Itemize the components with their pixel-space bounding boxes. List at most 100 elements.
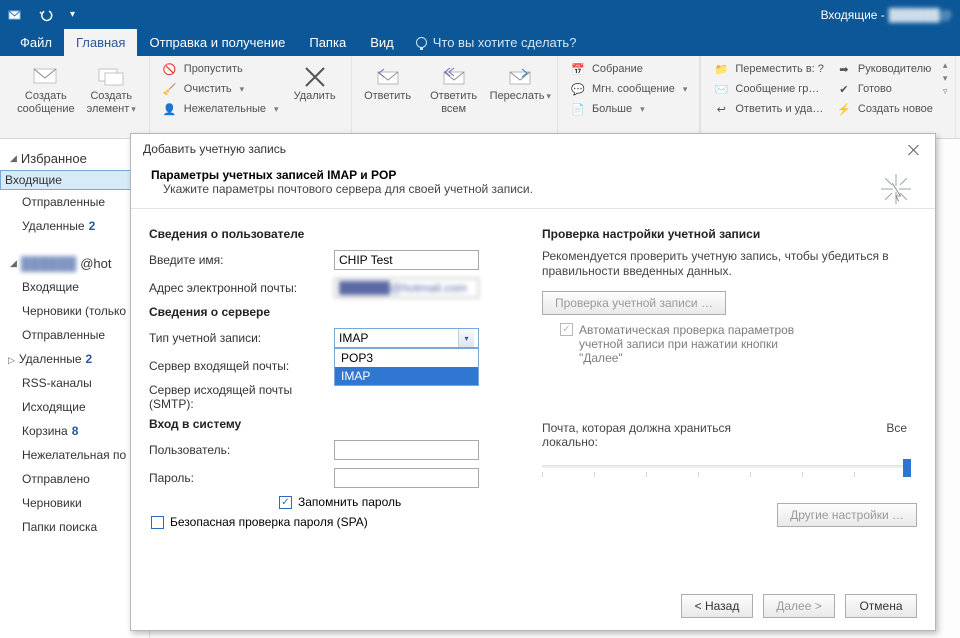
clean-button[interactable]: 🧹Очистить▾ (158, 80, 283, 98)
nav-sent-3[interactable]: Отправлено (0, 467, 149, 491)
delete-button[interactable]: Удалить (287, 60, 343, 103)
more-button[interactable]: 📄Больше▾ (566, 100, 691, 118)
quicksteps-more[interactable]: ▿ (943, 86, 948, 97)
incoming-server-label: Сервер входящей почты: (149, 359, 334, 373)
dialog-right-column: Проверка настройки учетной записи Рекоме… (542, 221, 917, 529)
offline-mail-slider[interactable] (542, 455, 917, 479)
remember-password-label: Запомнить пароль (298, 495, 401, 509)
account-type-select[interactable]: IMAP▾ (334, 328, 479, 348)
tab-view[interactable]: Вид (358, 29, 406, 56)
nav-outgoing[interactable]: Исходящие (0, 395, 149, 419)
block-icon: 👤 (162, 101, 178, 117)
title-bar: ▾ Входящие - ██████@ (0, 0, 960, 30)
remember-password-checkbox[interactable]: ✓ (279, 496, 292, 509)
spa-label: Безопасная проверка пароля (SPA) (170, 515, 368, 529)
caret-right-icon: ▷ (8, 355, 15, 365)
dialog-left-column: Сведения о пользователе Введите имя: Адр… (149, 221, 524, 529)
cursor-star-icon (879, 172, 913, 209)
outgoing-server-label: Сервер исходящей почты (SMTP): (149, 383, 334, 411)
reply-all-icon (439, 64, 469, 88)
dialog-title: Добавить учетную запись (143, 142, 286, 156)
next-button[interactable]: Далее > (763, 594, 835, 618)
team-msg-button[interactable]: ✉️Сообщение гр… (709, 80, 828, 98)
spa-checkbox[interactable]: ✓ (151, 516, 164, 529)
email-label: Адрес электронной почты: (149, 281, 334, 295)
forward-mgr-icon: ➡︎ (836, 61, 852, 77)
nav-inbox[interactable]: Входящие (0, 170, 145, 190)
nav-deleted-2[interactable]: ▷Удаленные2 (0, 347, 149, 371)
junk-button[interactable]: 👤Нежелательные▾ (158, 100, 283, 118)
nav-inbox-2[interactable]: Входящие (0, 275, 149, 299)
move-to-button[interactable]: 📁Переместить в: ? (709, 60, 828, 78)
skip-icon: 🚫 (162, 61, 178, 77)
bulb-icon (416, 37, 427, 48)
lightning-icon: ⚡ (836, 101, 852, 117)
slider-value: Все (886, 421, 907, 449)
auto-test-label: Автоматическая проверка параметров учетн… (579, 323, 819, 365)
nav-deleted[interactable]: Удаленные2 (0, 214, 149, 238)
nav-sent-2[interactable]: Отправленные (0, 323, 149, 347)
window-title: Входящие - (821, 8, 885, 22)
forward-button[interactable]: Переслать▾ (492, 60, 549, 103)
slider-thumb[interactable] (903, 459, 911, 477)
add-account-dialog: Добавить учетную запись Параметры учетны… (130, 133, 936, 631)
chevron-down-icon: ▾ (458, 329, 474, 347)
ribbon: Создать сообщение Создать элемент▾ 🚫Проп… (0, 56, 960, 139)
meeting-button[interactable]: 📅Собрание (566, 60, 691, 78)
more-icon: 📄 (570, 101, 586, 117)
nav-junk[interactable]: Нежелательная по (0, 443, 149, 467)
new-message-button[interactable]: Создать сообщение (14, 60, 78, 116)
cancel-button[interactable]: Отмена (845, 594, 917, 618)
favorites-group[interactable]: ◢Избранное (0, 147, 149, 170)
auto-test-checkbox[interactable]: ✓ (560, 323, 573, 336)
done-button[interactable]: ✔︎Готово (832, 80, 937, 98)
folder-icon: 📁 (713, 61, 729, 77)
skip-button[interactable]: 🚫Пропустить (158, 60, 283, 78)
name-input[interactable] (334, 250, 479, 270)
password-input[interactable] (334, 468, 479, 488)
tab-sendreceive[interactable]: Отправка и получение (137, 29, 297, 56)
email-input[interactable] (334, 278, 479, 298)
reply-button[interactable]: Ответить (360, 60, 416, 103)
username-input[interactable] (334, 440, 479, 460)
create-new-button[interactable]: ⚡Создать новое (832, 100, 937, 118)
nav-drafts-only[interactable]: Черновики (только (0, 299, 149, 323)
option-imap[interactable]: IMAP (335, 367, 478, 385)
tab-file[interactable]: Файл (8, 29, 64, 56)
reply-all-button[interactable]: Ответить всем (420, 60, 488, 116)
forward-icon (505, 64, 535, 88)
reply-icon (373, 64, 403, 88)
reply-del-icon: ↩︎ (713, 101, 729, 117)
slider-label: Почта, которая должна храниться локально… (542, 421, 742, 449)
im-button[interactable]: 💬Мгн. сообщение▾ (566, 80, 691, 98)
test-account-button[interactable]: Проверка учетной записи … (542, 291, 726, 315)
tell-me-search[interactable]: Что вы хотите сделать? (406, 29, 587, 56)
nav-search-folders[interactable]: Папки поиска (0, 515, 149, 539)
dialog-subtext: Укажите параметры почтового сервера для … (151, 182, 533, 196)
nav-trash[interactable]: Корзина8 (0, 419, 149, 443)
account-group[interactable]: ◢██████@hot (0, 252, 149, 275)
server-section-header: Сведения о сервере (149, 305, 524, 319)
password-label: Пароль: (149, 471, 334, 485)
quicksteps-down[interactable]: ▾ (943, 73, 948, 84)
undo-icon[interactable] (38, 8, 56, 23)
username-label: Пользователь: (149, 443, 334, 457)
user-section-header: Сведения о пользователе (149, 227, 524, 241)
back-button[interactable]: < Назад (681, 594, 753, 618)
to-manager-button[interactable]: ➡︎Руководителю (832, 60, 937, 78)
quicksteps-up[interactable]: ▴ (943, 60, 948, 71)
more-settings-button[interactable]: Другие настройки … (777, 503, 917, 527)
option-pop3[interactable]: POP3 (335, 349, 478, 367)
dialog-close-button[interactable] (905, 142, 923, 160)
reply-delete-button[interactable]: ↩︎Ответить и уда… (709, 100, 828, 118)
mail-icon: ✉️ (713, 81, 729, 97)
qat-more-icon[interactable]: ▾ (70, 9, 75, 20)
broom-icon: 🧹 (162, 81, 178, 97)
nav-drafts-2[interactable]: Черновики (0, 491, 149, 515)
new-item-button[interactable]: Создать элемент▾ (82, 60, 141, 116)
tab-home[interactable]: Главная (64, 29, 137, 56)
nav-rss[interactable]: RSS-каналы (0, 371, 149, 395)
app-menu-icon[interactable] (8, 8, 24, 23)
tab-folder[interactable]: Папка (297, 29, 358, 56)
nav-sent[interactable]: Отправленные (0, 190, 149, 214)
